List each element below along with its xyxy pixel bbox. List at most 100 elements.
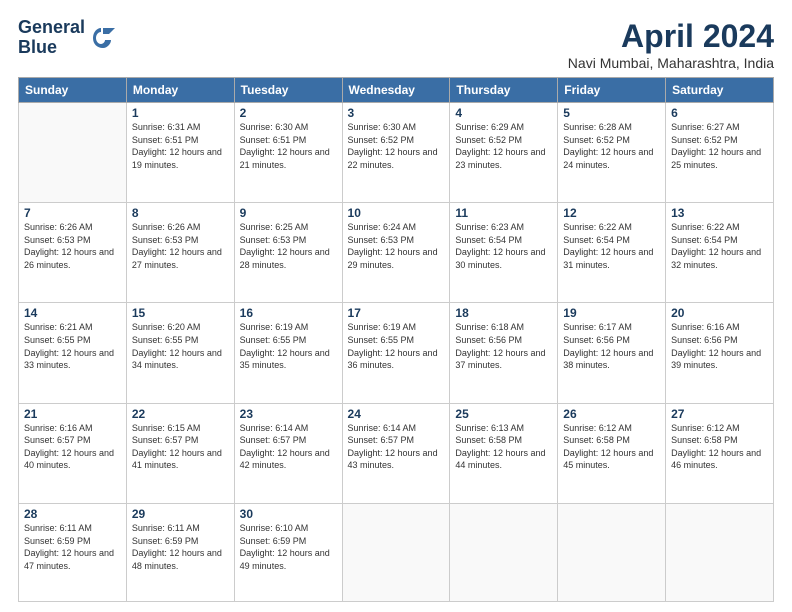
day-number: 28 bbox=[24, 507, 121, 521]
cell-info: Sunrise: 6:24 AMSunset: 6:53 PMDaylight:… bbox=[348, 221, 445, 271]
header: GeneralBlue April 2024 Navi Mumbai, Maha… bbox=[18, 18, 774, 71]
cell-4-2: 30Sunrise: 6:10 AMSunset: 6:59 PMDayligh… bbox=[234, 503, 342, 601]
logo-icon bbox=[87, 24, 115, 52]
col-header-monday: Monday bbox=[126, 78, 234, 103]
day-number: 7 bbox=[24, 206, 121, 220]
day-number: 19 bbox=[563, 306, 660, 320]
cell-1-6: 13Sunrise: 6:22 AMSunset: 6:54 PMDayligh… bbox=[666, 203, 774, 303]
day-number: 17 bbox=[348, 306, 445, 320]
day-number: 16 bbox=[240, 306, 337, 320]
cell-info: Sunrise: 6:16 AMSunset: 6:56 PMDaylight:… bbox=[671, 321, 768, 371]
cell-4-1: 29Sunrise: 6:11 AMSunset: 6:59 PMDayligh… bbox=[126, 503, 234, 601]
cell-2-2: 16Sunrise: 6:19 AMSunset: 6:55 PMDayligh… bbox=[234, 303, 342, 403]
col-header-tuesday: Tuesday bbox=[234, 78, 342, 103]
day-number: 20 bbox=[671, 306, 768, 320]
day-number: 21 bbox=[24, 407, 121, 421]
day-number: 22 bbox=[132, 407, 229, 421]
cell-1-5: 12Sunrise: 6:22 AMSunset: 6:54 PMDayligh… bbox=[558, 203, 666, 303]
logo: GeneralBlue bbox=[18, 18, 115, 58]
cell-2-1: 15Sunrise: 6:20 AMSunset: 6:55 PMDayligh… bbox=[126, 303, 234, 403]
cell-0-2: 2Sunrise: 6:30 AMSunset: 6:51 PMDaylight… bbox=[234, 103, 342, 203]
title-block: April 2024 Navi Mumbai, Maharashtra, Ind… bbox=[568, 18, 774, 71]
cell-2-3: 17Sunrise: 6:19 AMSunset: 6:55 PMDayligh… bbox=[342, 303, 450, 403]
cell-info: Sunrise: 6:18 AMSunset: 6:56 PMDaylight:… bbox=[455, 321, 552, 371]
cell-4-3 bbox=[342, 503, 450, 601]
cell-4-4 bbox=[450, 503, 558, 601]
cell-1-2: 9Sunrise: 6:25 AMSunset: 6:53 PMDaylight… bbox=[234, 203, 342, 303]
day-number: 15 bbox=[132, 306, 229, 320]
cell-info: Sunrise: 6:10 AMSunset: 6:59 PMDaylight:… bbox=[240, 522, 337, 572]
cell-4-5 bbox=[558, 503, 666, 601]
col-header-saturday: Saturday bbox=[666, 78, 774, 103]
cell-3-6: 27Sunrise: 6:12 AMSunset: 6:58 PMDayligh… bbox=[666, 403, 774, 503]
cell-4-0: 28Sunrise: 6:11 AMSunset: 6:59 PMDayligh… bbox=[19, 503, 127, 601]
page: GeneralBlue April 2024 Navi Mumbai, Maha… bbox=[0, 0, 792, 612]
day-number: 9 bbox=[240, 206, 337, 220]
day-number: 30 bbox=[240, 507, 337, 521]
day-number: 2 bbox=[240, 106, 337, 120]
cell-info: Sunrise: 6:29 AMSunset: 6:52 PMDaylight:… bbox=[455, 121, 552, 171]
cell-info: Sunrise: 6:27 AMSunset: 6:52 PMDaylight:… bbox=[671, 121, 768, 171]
cell-3-5: 26Sunrise: 6:12 AMSunset: 6:58 PMDayligh… bbox=[558, 403, 666, 503]
week-row-3: 21Sunrise: 6:16 AMSunset: 6:57 PMDayligh… bbox=[19, 403, 774, 503]
week-row-4: 28Sunrise: 6:11 AMSunset: 6:59 PMDayligh… bbox=[19, 503, 774, 601]
day-number: 10 bbox=[348, 206, 445, 220]
cell-info: Sunrise: 6:30 AMSunset: 6:52 PMDaylight:… bbox=[348, 121, 445, 171]
col-header-thursday: Thursday bbox=[450, 78, 558, 103]
header-row: SundayMondayTuesdayWednesdayThursdayFrid… bbox=[19, 78, 774, 103]
day-number: 29 bbox=[132, 507, 229, 521]
day-number: 11 bbox=[455, 206, 552, 220]
cell-info: Sunrise: 6:22 AMSunset: 6:54 PMDaylight:… bbox=[563, 221, 660, 271]
cell-info: Sunrise: 6:28 AMSunset: 6:52 PMDaylight:… bbox=[563, 121, 660, 171]
cell-info: Sunrise: 6:16 AMSunset: 6:57 PMDaylight:… bbox=[24, 422, 121, 472]
cell-info: Sunrise: 6:19 AMSunset: 6:55 PMDaylight:… bbox=[348, 321, 445, 371]
cell-info: Sunrise: 6:21 AMSunset: 6:55 PMDaylight:… bbox=[24, 321, 121, 371]
cell-info: Sunrise: 6:13 AMSunset: 6:58 PMDaylight:… bbox=[455, 422, 552, 472]
cell-info: Sunrise: 6:11 AMSunset: 6:59 PMDaylight:… bbox=[132, 522, 229, 572]
day-number: 23 bbox=[240, 407, 337, 421]
calendar-table: SundayMondayTuesdayWednesdayThursdayFrid… bbox=[18, 77, 774, 602]
cell-1-0: 7Sunrise: 6:26 AMSunset: 6:53 PMDaylight… bbox=[19, 203, 127, 303]
cell-info: Sunrise: 6:20 AMSunset: 6:55 PMDaylight:… bbox=[132, 321, 229, 371]
cell-2-6: 20Sunrise: 6:16 AMSunset: 6:56 PMDayligh… bbox=[666, 303, 774, 403]
cell-info: Sunrise: 6:26 AMSunset: 6:53 PMDaylight:… bbox=[24, 221, 121, 271]
day-number: 27 bbox=[671, 407, 768, 421]
location: Navi Mumbai, Maharashtra, India bbox=[568, 55, 774, 71]
month-title: April 2024 bbox=[568, 18, 774, 55]
cell-info: Sunrise: 6:26 AMSunset: 6:53 PMDaylight:… bbox=[132, 221, 229, 271]
col-header-sunday: Sunday bbox=[19, 78, 127, 103]
cell-info: Sunrise: 6:12 AMSunset: 6:58 PMDaylight:… bbox=[563, 422, 660, 472]
cell-info: Sunrise: 6:25 AMSunset: 6:53 PMDaylight:… bbox=[240, 221, 337, 271]
day-number: 3 bbox=[348, 106, 445, 120]
cell-1-4: 11Sunrise: 6:23 AMSunset: 6:54 PMDayligh… bbox=[450, 203, 558, 303]
week-row-2: 14Sunrise: 6:21 AMSunset: 6:55 PMDayligh… bbox=[19, 303, 774, 403]
cell-2-5: 19Sunrise: 6:17 AMSunset: 6:56 PMDayligh… bbox=[558, 303, 666, 403]
day-number: 14 bbox=[24, 306, 121, 320]
cell-1-1: 8Sunrise: 6:26 AMSunset: 6:53 PMDaylight… bbox=[126, 203, 234, 303]
cell-0-4: 4Sunrise: 6:29 AMSunset: 6:52 PMDaylight… bbox=[450, 103, 558, 203]
cell-2-4: 18Sunrise: 6:18 AMSunset: 6:56 PMDayligh… bbox=[450, 303, 558, 403]
cell-info: Sunrise: 6:17 AMSunset: 6:56 PMDaylight:… bbox=[563, 321, 660, 371]
cell-3-4: 25Sunrise: 6:13 AMSunset: 6:58 PMDayligh… bbox=[450, 403, 558, 503]
day-number: 5 bbox=[563, 106, 660, 120]
cell-0-0 bbox=[19, 103, 127, 203]
cell-2-0: 14Sunrise: 6:21 AMSunset: 6:55 PMDayligh… bbox=[19, 303, 127, 403]
cell-4-6 bbox=[666, 503, 774, 601]
cell-info: Sunrise: 6:19 AMSunset: 6:55 PMDaylight:… bbox=[240, 321, 337, 371]
cell-info: Sunrise: 6:31 AMSunset: 6:51 PMDaylight:… bbox=[132, 121, 229, 171]
day-number: 6 bbox=[671, 106, 768, 120]
day-number: 4 bbox=[455, 106, 552, 120]
cell-info: Sunrise: 6:14 AMSunset: 6:57 PMDaylight:… bbox=[240, 422, 337, 472]
cell-0-1: 1Sunrise: 6:31 AMSunset: 6:51 PMDaylight… bbox=[126, 103, 234, 203]
day-number: 25 bbox=[455, 407, 552, 421]
cell-3-1: 22Sunrise: 6:15 AMSunset: 6:57 PMDayligh… bbox=[126, 403, 234, 503]
cell-info: Sunrise: 6:22 AMSunset: 6:54 PMDaylight:… bbox=[671, 221, 768, 271]
day-number: 12 bbox=[563, 206, 660, 220]
day-number: 1 bbox=[132, 106, 229, 120]
day-number: 24 bbox=[348, 407, 445, 421]
cell-3-3: 24Sunrise: 6:14 AMSunset: 6:57 PMDayligh… bbox=[342, 403, 450, 503]
week-row-0: 1Sunrise: 6:31 AMSunset: 6:51 PMDaylight… bbox=[19, 103, 774, 203]
cell-info: Sunrise: 6:11 AMSunset: 6:59 PMDaylight:… bbox=[24, 522, 121, 572]
col-header-friday: Friday bbox=[558, 78, 666, 103]
week-row-1: 7Sunrise: 6:26 AMSunset: 6:53 PMDaylight… bbox=[19, 203, 774, 303]
